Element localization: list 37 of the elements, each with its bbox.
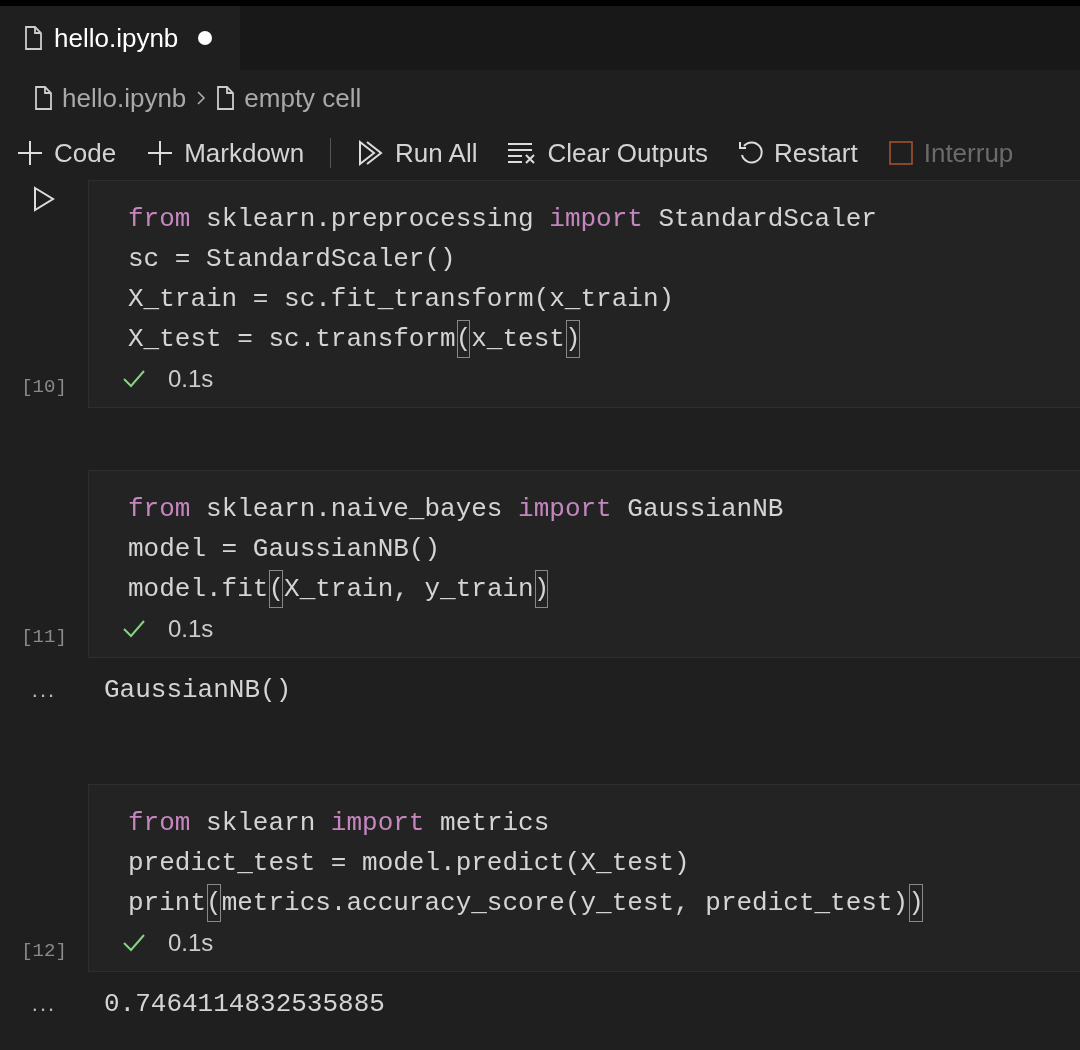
output-menu[interactable]: ... — [0, 677, 104, 703]
chevron-icon — [196, 90, 207, 106]
breadcrumb-item[interactable]: hello.ipynb — [62, 82, 187, 114]
code-line: sc = StandardScaler() — [128, 243, 457, 276]
restart-button[interactable]: Restart — [737, 137, 858, 169]
code-line: predict_test = model.predict(X_test) — [128, 847, 691, 880]
add-cell-button[interactable]: Markdown — [146, 137, 305, 169]
execution-count: [10] — [21, 376, 67, 398]
clear-button[interactable]: Clear Outputs — [507, 137, 708, 169]
plus-icon — [16, 139, 44, 167]
run-button[interactable]: Run All — [357, 137, 478, 169]
execution-count: [12] — [21, 940, 67, 962]
code-line: X_test = sc.transform(x_test) — [128, 319, 1080, 359]
clear-outputs-icon — [507, 141, 538, 165]
code-line: from sklearn.naive_bayes import GaussianNB — [128, 493, 785, 526]
file-icon — [24, 26, 42, 50]
editor-tab[interactable]: hello.ipynb — [0, 6, 241, 70]
cell-output: GaussianNB() — [104, 675, 293, 705]
run-duration: 0.1s — [168, 615, 214, 643]
restart-icon — [737, 140, 764, 166]
run-duration: 0.1s — [168, 365, 214, 393]
breadcrumb-item[interactable]: empty cell — [244, 82, 362, 114]
run-cell-icon[interactable] — [33, 186, 55, 212]
code-line: print(metrics.accuracy_score(y_test, predict_test)) — [128, 883, 1080, 923]
code-line: from sklearn import metrics — [128, 807, 551, 840]
file-icon — [34, 86, 52, 110]
code-line: X_train = sc.fit_transform(x_train) — [128, 283, 676, 316]
add-cell-button[interactable]: Code — [16, 137, 117, 169]
file-icon — [216, 86, 235, 110]
stop-icon — [887, 140, 914, 166]
code-line: model = GaussianNB() — [128, 533, 442, 566]
code-line: from sklearn.preprocessing import StandardScaler — [128, 203, 878, 236]
cell-output: 0.7464114832535885 — [104, 989, 386, 1019]
output-menu[interactable]: ... — [0, 991, 104, 1017]
execution-count: [11] — [21, 626, 67, 648]
run-duration: 0.1s — [168, 929, 214, 957]
plus-icon — [146, 139, 175, 167]
